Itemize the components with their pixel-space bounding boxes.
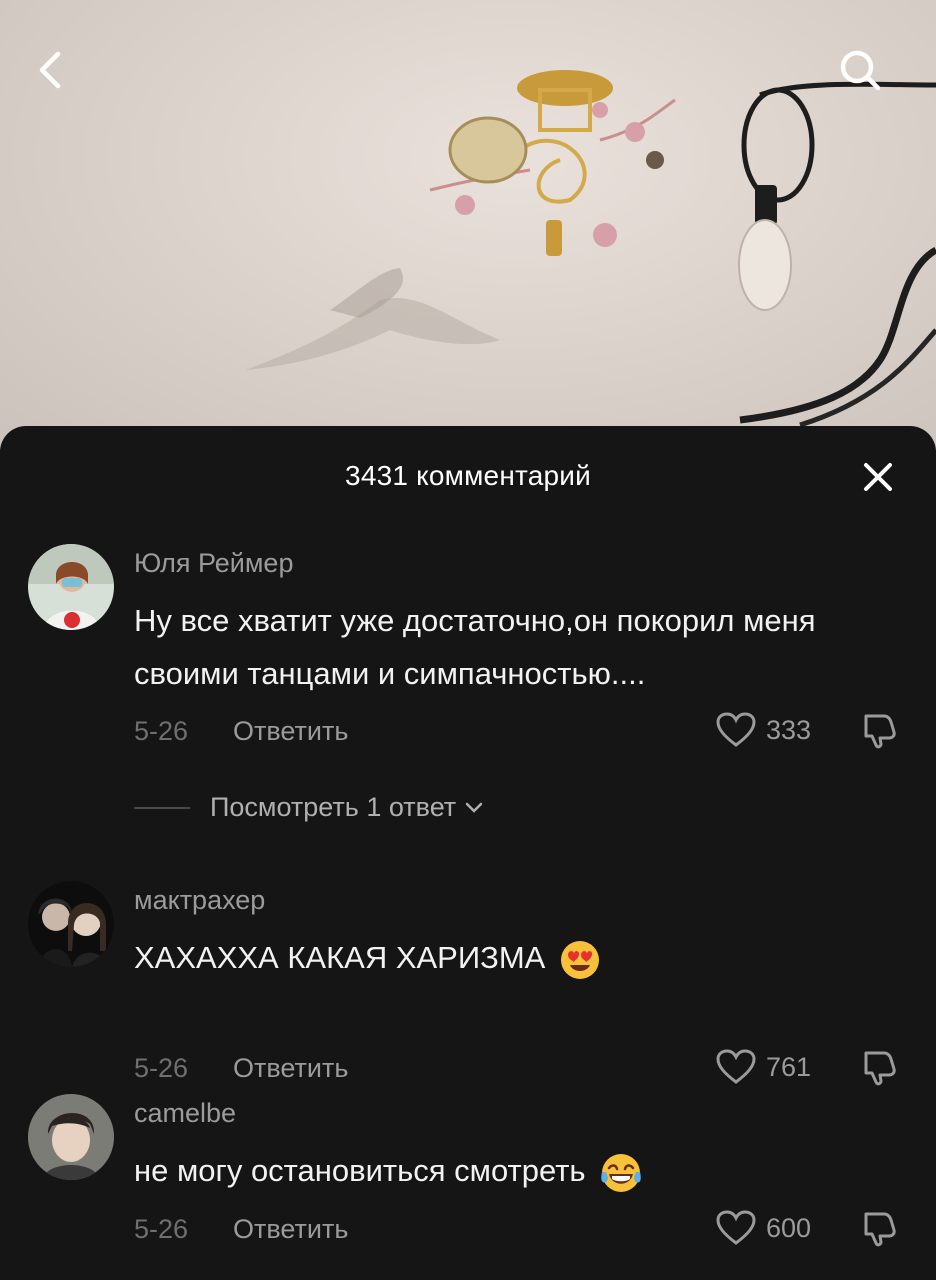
thumbs-down-icon: [864, 1051, 896, 1086]
view-replies-label: Посмотреть 1 ответ: [210, 792, 457, 822]
like-button[interactable]: 600: [716, 1210, 811, 1246]
comment-date: 5-26: [134, 1214, 189, 1244]
dislike-button[interactable]: [856, 708, 900, 752]
search-icon: [840, 50, 881, 91]
comment-text: Ну все хватит уже достаточно,он покорил …: [134, 603, 816, 691]
like-count: 333: [766, 714, 812, 745]
heart-icon: [716, 712, 756, 747]
like-count: 600: [766, 1212, 812, 1243]
dislike-button[interactable]: [856, 1045, 900, 1089]
heart-eyes-emoji-icon: [561, 940, 600, 979]
comments-sheet: 3431 комментарий Юля Реймер Ну все хвати…: [0, 426, 936, 1280]
comment-text-content: ХАХАХХА КАКАЯ ХАРИЗМА: [134, 940, 546, 975]
comments-count-title: 3431 комментарий: [345, 460, 591, 491]
ceiling-scene-image: [245, 70, 936, 428]
view-replies-button[interactable]: Посмотреть 1 ответ: [134, 792, 484, 823]
comment-text: не могу остановиться смотреть: [134, 1144, 854, 1197]
close-button[interactable]: [855, 454, 901, 500]
comment-username[interactable]: camelbe: [134, 1098, 236, 1129]
divider-line: [134, 806, 190, 809]
comment-text-content: не могу остановиться смотреть: [134, 1153, 586, 1188]
avatar[interactable]: [28, 544, 114, 630]
avatar[interactable]: [28, 881, 114, 967]
like-button[interactable]: 761: [716, 1049, 811, 1085]
search-button[interactable]: [830, 40, 890, 100]
comment-username[interactable]: Юля Реймер: [134, 548, 293, 579]
like-button[interactable]: 333: [716, 712, 811, 748]
chevron-down-icon: [465, 802, 483, 813]
dislike-button[interactable]: [856, 1206, 900, 1250]
comment-date: 5-26: [134, 716, 189, 746]
chevron-left-icon: [39, 51, 61, 89]
tears-of-joy-emoji-icon: [600, 1153, 641, 1192]
like-count: 761: [766, 1051, 812, 1082]
thumbs-down-icon: [864, 714, 896, 749]
close-icon: [864, 463, 892, 491]
avatar[interactable]: [28, 1094, 114, 1180]
reply-button[interactable]: Ответить: [233, 716, 348, 747]
video-frame[interactable]: [0, 0, 936, 450]
comment-text: ХАХАХХА КАКАЯ ХАРИЗМА: [134, 931, 854, 984]
thumbs-down-icon: [864, 1212, 896, 1247]
reply-button[interactable]: Ответить: [233, 1214, 348, 1245]
comment-username[interactable]: мактрахер: [134, 885, 265, 916]
comment-date: 5-26: [134, 1053, 189, 1083]
heart-icon: [716, 1049, 756, 1084]
heart-icon: [716, 1210, 756, 1245]
reply-button[interactable]: Ответить: [233, 1053, 348, 1084]
back-button[interactable]: [20, 40, 80, 100]
